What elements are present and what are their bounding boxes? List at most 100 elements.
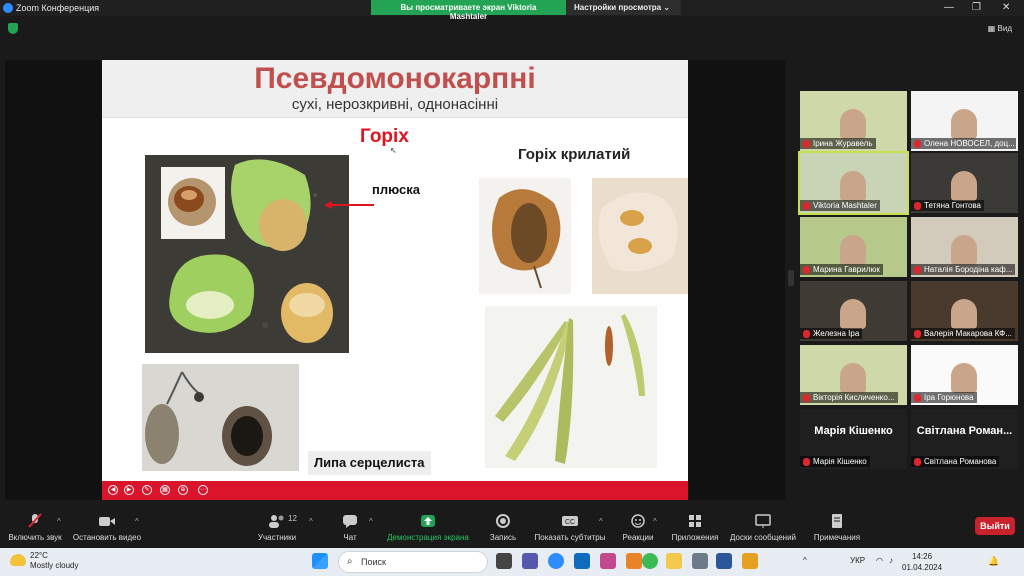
chrome-icon[interactable] — [642, 553, 658, 569]
participant-name: Марина Гаврилюк — [800, 264, 883, 275]
participant-tile[interactable]: Марія Кішенко Марія Кішенко — [800, 409, 907, 469]
notes-button[interactable]: Примечания — [806, 508, 868, 548]
participants-options-caret[interactable]: ^ — [309, 517, 313, 526]
reactions-button[interactable]: Реакции — [618, 508, 658, 548]
close-icon[interactable]: ✕ — [1002, 2, 1010, 13]
mic-muted-icon — [5, 513, 65, 529]
outlook-icon[interactable] — [574, 553, 590, 569]
whiteboards-button[interactable]: Доски сообщений — [726, 508, 800, 548]
cc-icon: CC — [532, 513, 608, 529]
apps-icon — [668, 513, 722, 529]
next-slide-icon[interactable]: ▶ — [124, 485, 134, 495]
chat-button[interactable]: Чат — [332, 508, 368, 548]
record-icon — [485, 513, 521, 529]
participant-tile[interactable]: Ірина Журавель — [800, 91, 907, 151]
pen-icon[interactable]: ✎ — [142, 485, 152, 495]
encryption-shield-icon[interactable] — [8, 23, 18, 34]
notification-icon[interactable]: 🔔 — [988, 556, 999, 567]
participant-name: Наталія Бородіна каф... — [911, 264, 1016, 275]
slideshow-controls: ◀ ▶ ✎ ▦ ⊕ ⋯ — [102, 481, 688, 500]
participant-name: Іра Горюнова — [911, 392, 977, 403]
keyboard-language[interactable]: УКР — [850, 556, 865, 565]
gallery-resize-handle[interactable] — [788, 270, 794, 286]
clock-date: 01.04.2024 — [902, 563, 943, 572]
show-subtitles-button[interactable]: CC Показать субтитры — [532, 508, 608, 548]
leave-button[interactable]: Выйти — [975, 517, 1015, 535]
participants-label: Участники — [257, 533, 297, 542]
zoom-taskbar-icon[interactable] — [548, 553, 564, 569]
participant-tile[interactable]: Марина Гаврилюк — [800, 217, 907, 277]
view-options-button[interactable]: Настройки просмотра ⌄ — [566, 0, 681, 15]
tray-expand-icon[interactable]: ^ — [803, 556, 807, 565]
participant-tile[interactable]: Олена НОВОСЕЛ, доц... — [911, 91, 1018, 151]
windows-start-icon[interactable] — [312, 553, 328, 569]
heading-nut: Горіх — [360, 126, 409, 147]
meeting-toolbar: Включить звук ^ Остановить видео ^ Участ… — [0, 508, 1024, 548]
video-options-caret[interactable]: ^ — [135, 517, 139, 526]
teams-icon[interactable] — [522, 553, 538, 569]
weather-condition: Mostly cloudy — [30, 561, 79, 570]
participant-tile[interactable]: Іра Горюнова — [911, 345, 1018, 405]
winged-nut-photo-1 — [479, 178, 571, 294]
participant-name: Олена НОВОСЕЛ, доц... — [911, 138, 1016, 149]
mic-muted-icon — [803, 394, 810, 402]
unmute-label: Включить звук — [8, 533, 62, 542]
prev-slide-icon[interactable]: ◀ — [108, 485, 118, 495]
label-cupule: плюска — [372, 182, 421, 197]
chat-label: Чат — [343, 533, 357, 542]
mic-muted-icon — [914, 266, 921, 274]
reactions-options-caret[interactable]: ^ — [653, 517, 657, 526]
minimize-icon[interactable]: — — [944, 2, 954, 13]
mic-muted-icon — [914, 202, 921, 210]
audio-options-caret[interactable]: ^ — [57, 517, 61, 526]
pointer-arrow-icon — [324, 201, 374, 209]
grid-icon: ▦ — [987, 24, 996, 33]
wifi-icon[interactable]: ◠ — [876, 556, 883, 565]
share-screen-button[interactable]: Демонстрация экрана — [385, 508, 471, 548]
subtitles-options-caret[interactable]: ^ — [599, 517, 603, 526]
chat-options-caret[interactable]: ^ — [369, 517, 373, 526]
search-placeholder: Поиск — [361, 557, 386, 567]
participant-tile[interactable]: Тетяна Гонтова — [911, 153, 1018, 213]
participant-name: Світлана Романова — [911, 456, 1000, 467]
participant-video — [840, 171, 866, 201]
taskbar-search[interactable]: ⌕ Поиск — [338, 551, 488, 573]
participant-name: Вікторія Кисличенко... — [800, 392, 898, 403]
window-title: Zoom Конференция — [16, 3, 100, 13]
svg-text:CC: CC — [565, 519, 575, 526]
participant-tile[interactable]: Наталія Бородіна каф... — [911, 217, 1018, 277]
app-icon[interactable] — [692, 553, 708, 569]
participant-tile[interactable]: Железна Іра — [800, 281, 907, 341]
stop-video-label: Остановить видео — [72, 533, 142, 542]
whiteboard-icon — [726, 513, 800, 529]
reactions-label: Реакции — [622, 533, 654, 542]
heading-winged-nut: Горіх крилатий — [518, 146, 631, 163]
participant-tile[interactable]: Вікторія Кисличенко... — [800, 345, 907, 405]
participant-name: Тетяна Гонтова — [911, 200, 985, 211]
record-button[interactable]: Запись — [485, 508, 521, 548]
word-icon[interactable] — [716, 553, 732, 569]
photos-icon[interactable] — [600, 553, 616, 569]
task-view-icon[interactable] — [496, 553, 512, 569]
weather-widget[interactable]: 22°C Mostly cloudy — [10, 551, 78, 571]
share-screen-icon — [385, 513, 471, 529]
powerpoint-icon[interactable] — [626, 553, 642, 569]
unmute-button[interactable]: Включить звук — [5, 508, 65, 548]
slide-subtitle: сухі, нерозкривні, однонасінні — [291, 96, 499, 113]
presentation-slide: Псевдомонокарпні сухі, нерозкривні, одно… — [102, 60, 688, 500]
stop-video-button[interactable]: Остановить видео — [70, 508, 144, 548]
volume-icon[interactable]: ♪ — [889, 556, 893, 565]
apps-button[interactable]: Приложения — [668, 508, 722, 548]
zoom-icon[interactable]: ⊕ — [178, 485, 188, 495]
more-options-icon[interactable]: ⋯ — [198, 485, 208, 495]
system-clock[interactable]: 14:26 01.04.2024 — [902, 551, 942, 573]
view-button[interactable]: ▦ Вид — [988, 24, 1012, 33]
participant-tile[interactable]: Валерія Макарова КФ... — [911, 281, 1018, 341]
file-explorer-icon[interactable] — [666, 553, 682, 569]
folder-icon[interactable] — [742, 553, 758, 569]
slides-grid-icon[interactable]: ▦ — [160, 485, 170, 495]
participant-tile[interactable]: Світлана Роман... Світлана Романова — [911, 409, 1018, 469]
clock-time: 14:26 — [912, 552, 933, 561]
participant-tile[interactable]: Viktoria Mashtaler — [798, 151, 909, 215]
maximize-icon[interactable]: ❐ — [972, 2, 981, 13]
